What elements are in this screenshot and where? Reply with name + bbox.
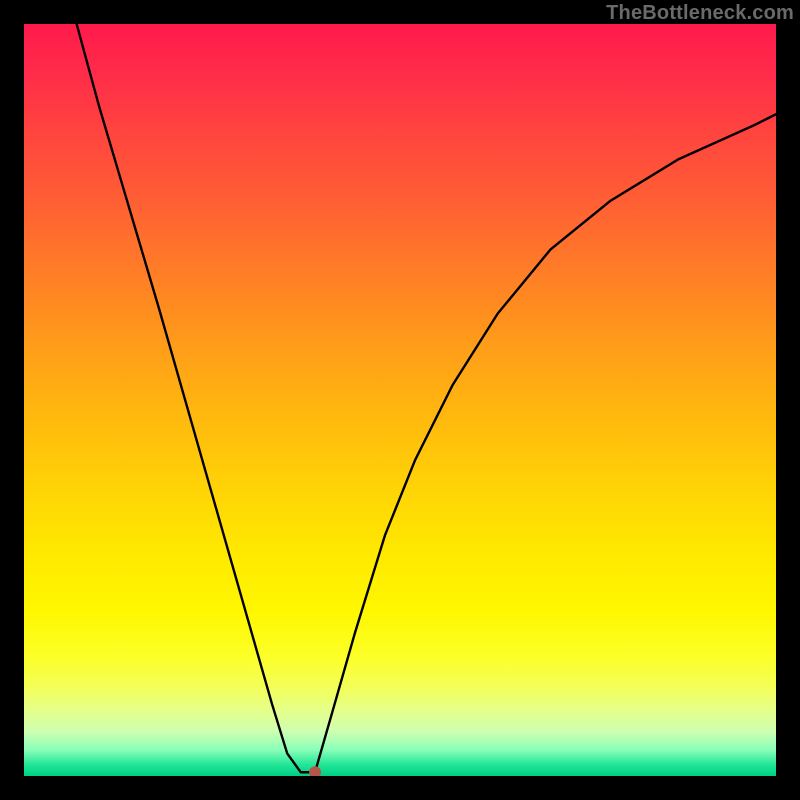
curve-layer [24, 24, 776, 776]
bottleneck-curve [77, 24, 776, 772]
plot-area [24, 24, 776, 776]
minimum-marker [309, 766, 321, 776]
chart-frame: TheBottleneck.com [0, 0, 800, 800]
watermark-text: TheBottleneck.com [606, 2, 794, 25]
